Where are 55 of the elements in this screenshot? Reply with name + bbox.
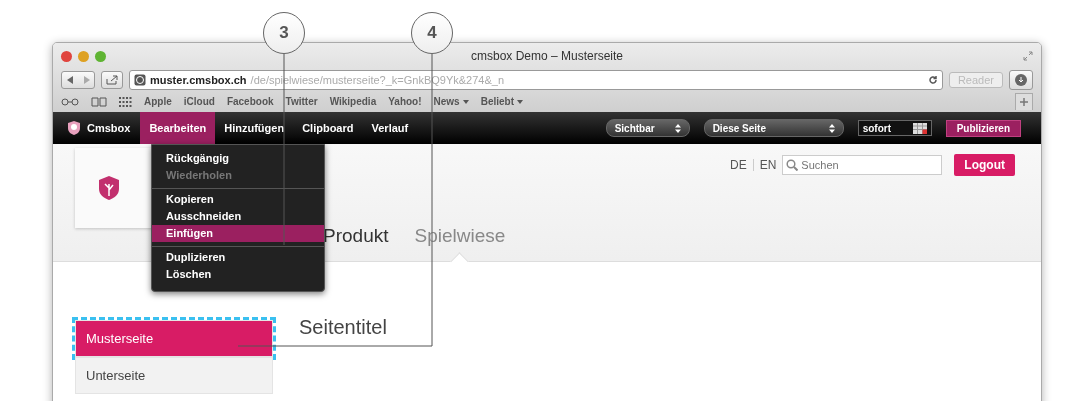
bookmark-link[interactable]: Facebook: [226, 96, 274, 107]
scope-select[interactable]: Diese Seite: [703, 119, 844, 137]
site-icon: [134, 74, 146, 86]
callout-number: 4: [411, 12, 453, 54]
bookmark-link[interactable]: Beliebt: [480, 96, 524, 107]
logout-button[interactable]: Logout: [954, 154, 1015, 176]
language-link[interactable]: EN: [759, 158, 777, 172]
bookmark-link[interactable]: News: [433, 96, 469, 107]
bookmark-link[interactable]: Yahoo!: [388, 96, 422, 107]
reload-icon[interactable]: [927, 75, 938, 85]
dropdown-item[interactable]: Einfügen: [152, 225, 324, 242]
logo-icon: [67, 121, 81, 135]
bookmark-link[interactable]: iCloud: [183, 96, 215, 107]
brand-name: Cmsbox: [87, 122, 131, 134]
calendar-icon[interactable]: [912, 122, 927, 134]
dropdown-item[interactable]: Ausschneiden: [152, 208, 324, 225]
menu-item[interactable]: Verlauf: [362, 112, 418, 144]
dropdown-item[interactable]: Duplizieren: [152, 249, 324, 266]
up-down-arrows-icon: [674, 123, 681, 133]
nav-link[interactable]: Produkt: [323, 225, 389, 247]
bookmark-link[interactable]: Apple: [144, 96, 172, 107]
page-title: Seitentitel: [299, 316, 387, 340]
share-icon[interactable]: [101, 71, 123, 89]
menu-item[interactable]: Hinzufügen: [215, 112, 294, 144]
close-icon[interactable]: [61, 50, 72, 62]
date-field[interactable]: sofort: [857, 120, 932, 136]
dropdown-item[interactable]: Kopieren: [152, 191, 324, 208]
callout-number: 3: [263, 12, 305, 54]
grid-icon[interactable]: [119, 96, 132, 107]
publish-button[interactable]: Publizieren: [945, 119, 1021, 137]
dropdown-item[interactable]: Löschen: [152, 266, 324, 283]
search-field[interactable]: Suchen: [782, 155, 943, 175]
minimize-icon[interactable]: [78, 50, 89, 62]
new-tab-button[interactable]: [1015, 93, 1033, 110]
book-icon[interactable]: [91, 96, 107, 107]
sidebar-item[interactable]: Unterseite: [75, 357, 273, 394]
menu-item[interactable]: Bearbeiten: [140, 112, 216, 144]
fullscreen-icon[interactable]: [1023, 51, 1033, 61]
dropdown-item[interactable]: Rückgängig: [152, 150, 324, 167]
language-link[interactable]: DE: [730, 158, 747, 172]
bookmark-link[interactable]: Wikipedia: [329, 96, 377, 107]
bookmark-link[interactable]: Twitter: [285, 96, 318, 107]
plus-icon: [1020, 98, 1028, 106]
menu-item[interactable]: Clipboard: [293, 112, 363, 144]
logo-icon: [97, 176, 121, 200]
download-icon[interactable]: [1009, 70, 1033, 90]
up-down-arrows-icon: [828, 123, 835, 133]
window-title: cmsbox Demo – Musterseite: [470, 49, 624, 63]
sidebar-item[interactable]: Musterseite: [75, 320, 273, 357]
search-icon: [786, 159, 799, 171]
zoom-icon[interactable]: [95, 50, 106, 62]
caret-icon: [462, 99, 469, 104]
glasses-icon[interactable]: [61, 97, 79, 106]
visibility-select[interactable]: Sichtbar: [605, 119, 690, 137]
caret-icon: [517, 99, 524, 104]
